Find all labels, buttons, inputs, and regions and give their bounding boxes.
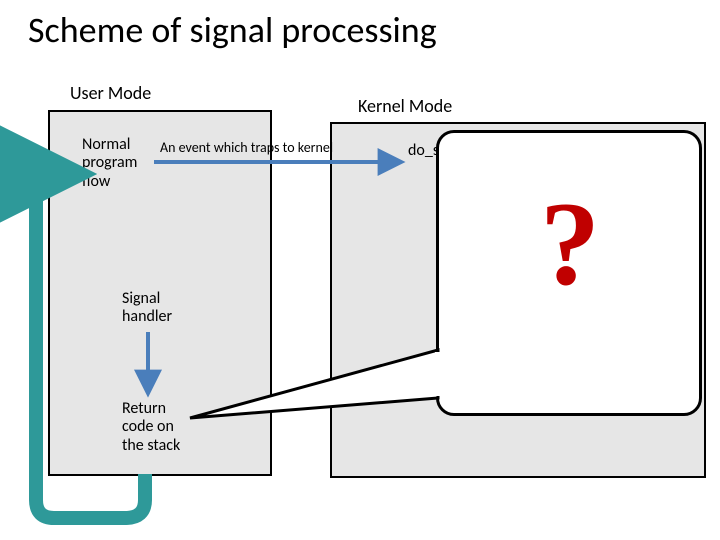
normal-program-flow-label: Normal program flow xyxy=(82,136,137,191)
question-mark-icon: ? xyxy=(540,175,600,313)
signal-handler-label: Signal handler xyxy=(122,290,172,327)
kernel-mode-label: Kernel Mode xyxy=(358,95,452,117)
event-trap-label: An event which traps to kernel xyxy=(160,140,333,156)
return-code-label: Return code on the stack xyxy=(122,400,180,455)
user-mode-label: User Mode xyxy=(70,82,151,104)
slide-title: Scheme of signal processing xyxy=(28,8,437,52)
